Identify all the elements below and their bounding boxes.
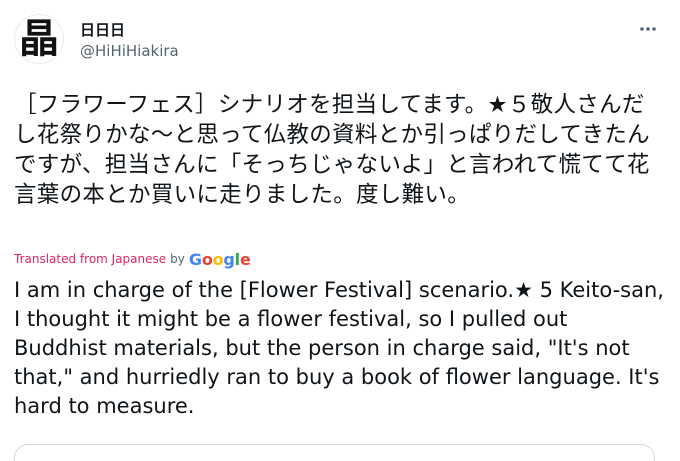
google-letter: o <box>201 249 213 269</box>
user-handle[interactable]: @HiHiHiakira <box>80 41 179 61</box>
google-letter: g <box>223 249 235 269</box>
quoted-card[interactable] <box>14 444 655 461</box>
google-letter: e <box>239 249 251 269</box>
tweet-text-translated: I am in charge of the [Flower Festival] … <box>14 278 671 418</box>
google-logo-text: Google <box>189 250 251 269</box>
google-letter: o <box>212 249 224 269</box>
avatar[interactable]: 晶 <box>14 14 64 64</box>
translated-by-label: by <box>170 252 185 266</box>
tweet: 晶 日日日 @HiHiHiakira ［フラワーフェス］シナリオを担当してます。… <box>0 0 680 461</box>
tweet-header: 晶 日日日 @HiHiHiakira <box>14 12 666 68</box>
more-horizontal-icon <box>640 27 656 31</box>
translated-from-label: Translated from Japanese <box>14 252 167 266</box>
translation-attribution[interactable]: Translated from Japanese by Google <box>14 249 251 269</box>
more-options-button[interactable] <box>634 18 662 40</box>
author-names: 日日日 @HiHiHiakira <box>80 20 179 61</box>
display-name[interactable]: 日日日 <box>80 20 179 40</box>
avatar-glyph: 晶 <box>19 15 59 62</box>
google-letter: G <box>188 249 202 269</box>
tweet-text-original: ［フラワーフェス］シナリオを担当してます。★５敬人さんだし花祭りかな〜と思って仏… <box>14 92 650 208</box>
